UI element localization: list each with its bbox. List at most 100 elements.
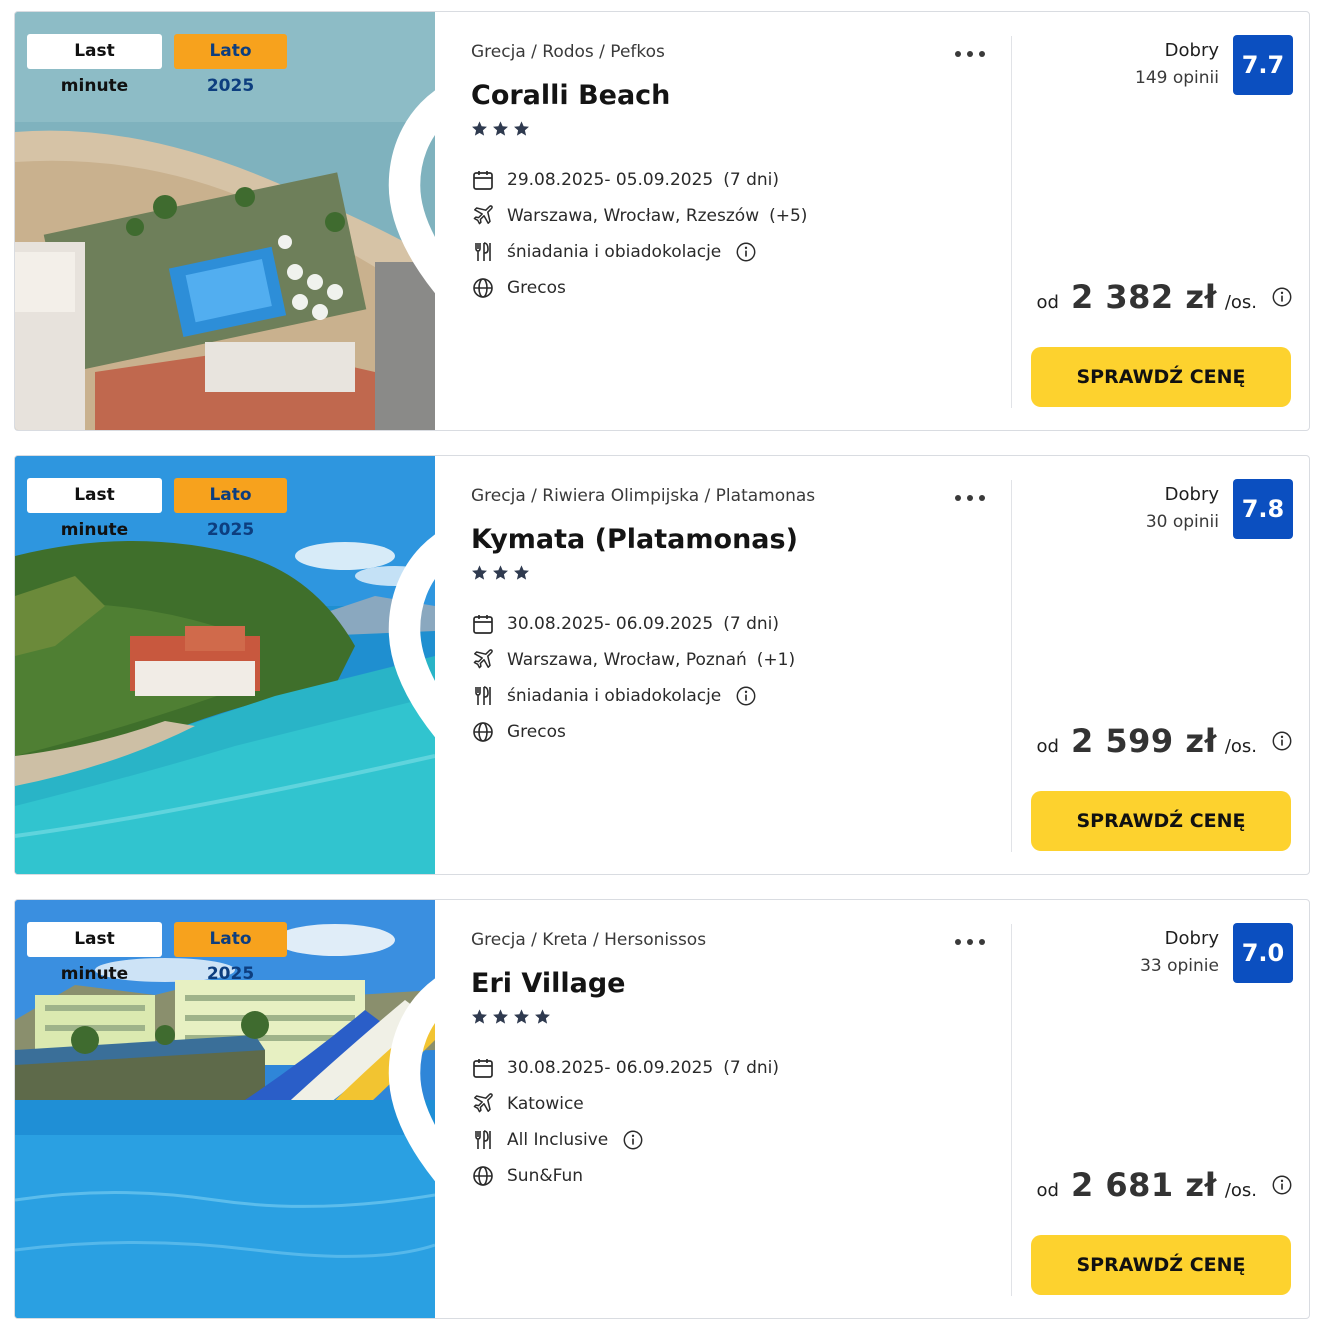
plane-icon [471,204,495,228]
price-value: 2 599 zł [1070,722,1217,760]
review-count[interactable]: 30 opinii [1146,512,1219,532]
calendar-icon [471,612,495,636]
hotel-name[interactable]: Kymata (Platamonas) [471,524,798,555]
board-type: śniadania i obiadokolacje [507,686,722,706]
star-icon [492,120,509,137]
price-column: Dobry 149 opinii 7.7 od 2 382 zł /os. SP… [1031,12,1293,430]
last-minute-badge: Last minute [27,922,162,984]
rating-label: Dobry [1164,40,1219,61]
review-count[interactable]: 149 opinii [1135,68,1219,88]
heart-icon[interactable] [373,33,435,431]
price-row: od 2 681 zł /os. [1037,1166,1293,1204]
hotel-photo[interactable]: Last minute Lato 2025 [15,456,435,875]
price-column: Dobry 33 opinie 7.0 od 2 681 zł /os. SPR… [1031,900,1293,1318]
star-icon [513,1008,530,1025]
more-options-icon[interactable] [953,930,987,952]
price-row: od 2 599 zł /os. [1037,722,1293,760]
offer-facts: 30.08.2025- 06.09.2025 (7 dni) Katowice … [471,1050,779,1194]
star-icon [471,564,488,581]
rating-score-badge: 7.7 [1233,35,1293,95]
hotel-photo[interactable]: Last minute Lato 2025 [15,12,435,431]
season-badge: Lato 2025 [174,478,287,540]
departure-cities: Katowice [507,1094,584,1114]
board-type: śniadania i obiadokolacje [507,242,722,262]
star-rating [471,120,530,142]
info-icon[interactable] [735,685,757,707]
departure-more[interactable]: (+5) [769,206,807,226]
location-breadcrumb[interactable]: Grecja / Kreta / Hersonissos [471,930,706,950]
offer-facts: 30.08.2025- 06.09.2025 (7 dni) Warszawa,… [471,606,795,750]
tour-operator: Sun&Fun [507,1166,583,1186]
rating-score-badge: 7.0 [1233,923,1293,983]
globe-icon [471,1164,495,1188]
star-icon [513,564,530,581]
price-prefix: od [1036,1180,1059,1201]
rating-score-badge: 7.8 [1233,479,1293,539]
location-breadcrumb[interactable]: Grecja / Rodos / Pefkos [471,42,665,62]
offer-info: Grecja / Riwiera Olimpijska / Platamonas… [471,456,1011,874]
divider [1011,480,1012,852]
tour-operator: Grecos [507,722,566,742]
check-price-button[interactable]: SPRAWDŹ CENĘ [1031,791,1291,851]
check-price-button[interactable]: SPRAWDŹ CENĘ [1031,347,1291,407]
cutlery-icon [471,684,495,708]
board-row: All Inclusive [471,1122,779,1158]
board-type: All Inclusive [507,1130,609,1150]
divider [1011,924,1012,1296]
departures-row: Warszawa, Wrocław, Rzeszów (+5) [471,198,807,234]
price-prefix: od [1036,736,1059,757]
offer-card[interactable]: Last minute Lato 2025 Grecja / Riwiera O… [14,455,1310,875]
heart-icon[interactable] [373,477,435,875]
more-options-icon[interactable] [953,486,987,508]
trip-dates: 30.08.2025- 06.09.2025 [507,614,714,634]
hotel-name[interactable]: Coralli Beach [471,80,670,111]
price-info-icon[interactable] [1271,730,1293,752]
offer-list: Last minute Lato 2025 Grecja / Rodos / P… [0,0,1320,1326]
offer-card[interactable]: Last minute Lato 2025 Grecja / Rodos / P… [14,11,1310,431]
hotel-name[interactable]: Eri Village [471,968,625,999]
departures-row: Katowice [471,1086,779,1122]
star-icon [471,1008,488,1025]
star-icon [534,1008,551,1025]
location-breadcrumb[interactable]: Grecja / Riwiera Olimpijska / Platamonas [471,486,815,506]
star-rating [471,1008,551,1030]
check-price-button[interactable]: SPRAWDŹ CENĘ [1031,1235,1291,1295]
price-column: Dobry 30 opinii 7.8 od 2 599 zł /os. SPR… [1031,456,1293,874]
last-minute-badge: Last minute [27,34,162,96]
tour-operator: Grecos [507,278,566,298]
departure-cities: Warszawa, Wrocław, Poznań [507,650,747,670]
trip-dates: 29.08.2025- 05.09.2025 [507,170,714,190]
trip-duration: (7 dni) [723,614,779,634]
star-icon [513,120,530,137]
cutlery-icon [471,1128,495,1152]
price-value: 2 382 zł [1070,278,1217,316]
dates-row: 30.08.2025- 06.09.2025 (7 dni) [471,606,795,642]
offer-facts: 29.08.2025- 05.09.2025 (7 dni) Warszawa,… [471,162,807,306]
plane-icon [471,1092,495,1116]
calendar-icon [471,1056,495,1080]
star-rating [471,564,530,586]
review-count[interactable]: 33 opinie [1140,956,1219,976]
hotel-photo[interactable]: Last minute Lato 2025 [15,900,435,1319]
trip-dates: 30.08.2025- 06.09.2025 [507,1058,714,1078]
more-options-icon[interactable] [953,42,987,64]
rating-label: Dobry [1164,928,1219,949]
price-info-icon[interactable] [1271,286,1293,308]
departure-more[interactable]: (+1) [757,650,795,670]
offer-card[interactable]: Last minute Lato 2025 Grecja / Kreta / H… [14,899,1310,1319]
departure-cities: Warszawa, Wrocław, Rzeszów [507,206,760,226]
operator-row: Sun&Fun [471,1158,779,1194]
price-value: 2 681 zł [1070,1166,1217,1204]
dates-row: 29.08.2025- 05.09.2025 (7 dni) [471,162,807,198]
plane-icon [471,648,495,672]
price-unit: /os. [1224,736,1257,757]
star-icon [492,564,509,581]
info-icon[interactable] [622,1129,644,1151]
info-icon[interactable] [735,241,757,263]
price-unit: /os. [1224,1180,1257,1201]
star-icon [471,120,488,137]
dates-row: 30.08.2025- 06.09.2025 (7 dni) [471,1050,779,1086]
heart-icon[interactable] [373,921,435,1319]
cutlery-icon [471,240,495,264]
price-info-icon[interactable] [1271,1174,1293,1196]
